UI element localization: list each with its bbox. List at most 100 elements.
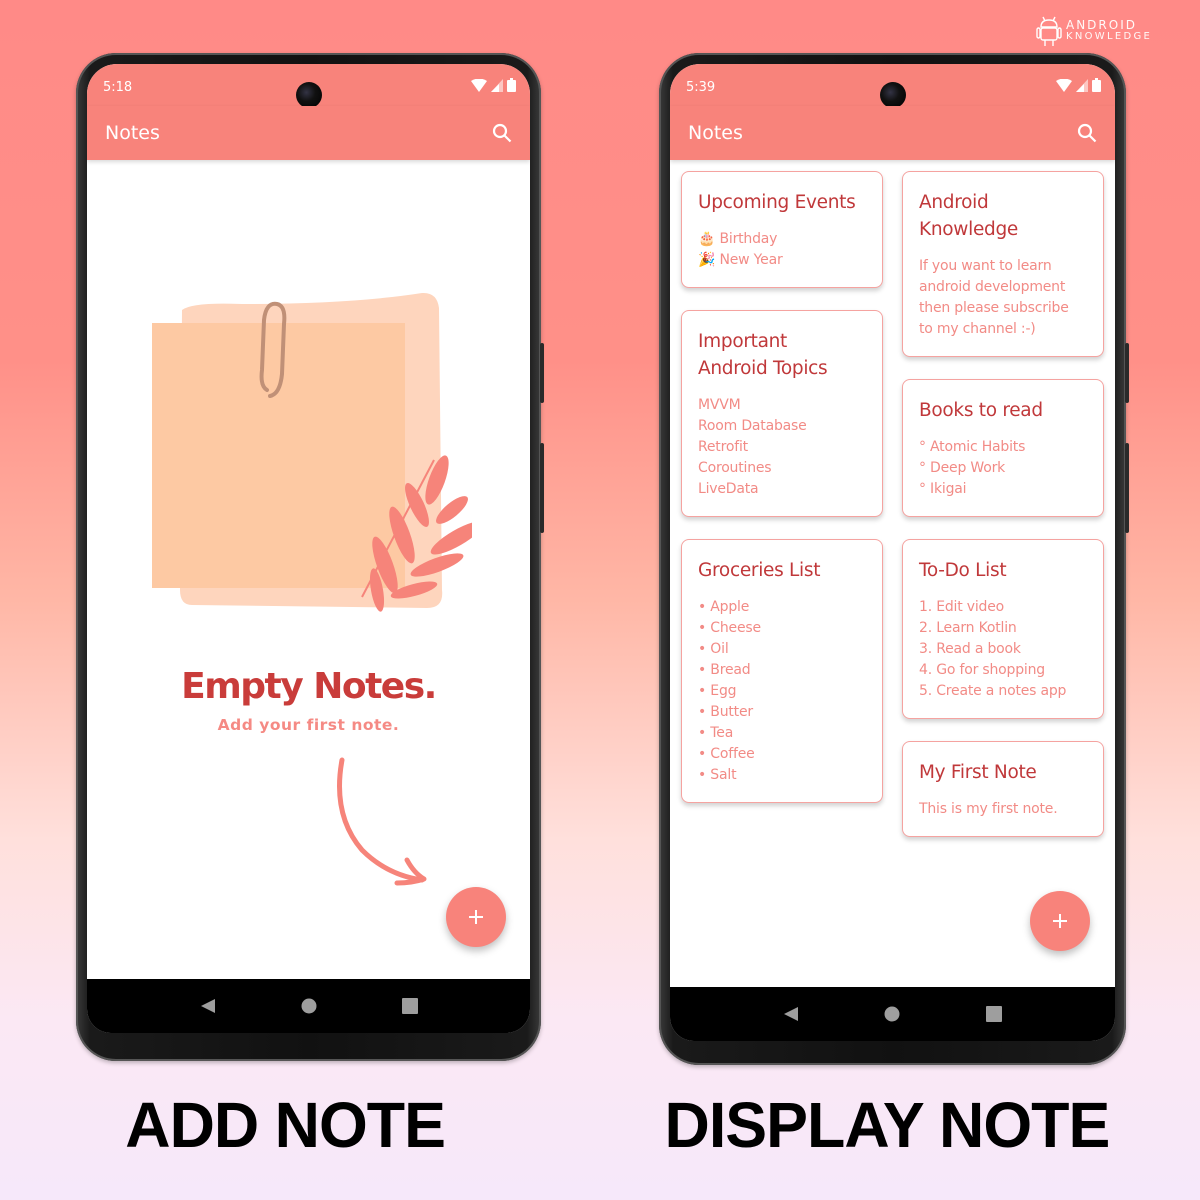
nav-home-button[interactable] — [880, 1002, 904, 1026]
note-line: ° Atomic Habits — [919, 439, 1026, 455]
note-line: Room Database — [698, 418, 807, 434]
note-body: This is my first note. — [919, 799, 1087, 820]
note-title: My First Note — [919, 762, 1037, 783]
note-line: to my channel :-) — [919, 321, 1036, 337]
screen: 5:18 Notes Empty Notes. Add your first n… — [87, 64, 530, 1033]
sticky-note-illustration — [152, 292, 472, 612]
note-line: ° Ikigai — [919, 481, 967, 497]
note-card[interactable]: Upcoming Events 🎂 Birthday 🎉 New Year — [681, 171, 883, 288]
volume-button — [1125, 343, 1129, 403]
add-note-fab[interactable] — [1030, 891, 1090, 951]
note-line: This is my first note. — [919, 801, 1058, 817]
note-card[interactable]: My First Note This is my first note. — [902, 741, 1104, 837]
note-line: • Tea — [698, 725, 734, 741]
app-title: Notes — [688, 122, 743, 144]
note-title: Books to read — [919, 400, 1043, 421]
caption-display-note: DISPLAY NOTE — [664, 1089, 1111, 1161]
note-line: ° Deep Work — [919, 460, 1006, 476]
status-time: 5:18 — [103, 79, 133, 95]
status-time: 5:39 — [686, 79, 716, 95]
note-line: • Oil — [698, 641, 729, 657]
note-line: If you want to learn — [919, 258, 1052, 274]
note-line: • Salt — [698, 767, 737, 783]
front-camera — [295, 82, 322, 108]
nav-recents-button[interactable] — [982, 1002, 1006, 1026]
note-line: 1. Edit video — [919, 599, 1005, 615]
volume-button — [540, 343, 544, 403]
power-button — [1125, 443, 1129, 533]
note-body: ° Atomic Habits ° Deep Work ° Ikigai — [919, 437, 1087, 500]
note-line: Coroutines — [698, 460, 772, 476]
note-body: 🎂 Birthday 🎉 New Year — [698, 229, 866, 271]
battery-icon — [1092, 78, 1101, 92]
wifi-icon — [471, 78, 487, 92]
search-button[interactable] — [1075, 121, 1099, 145]
status-bar: 5:39 — [670, 64, 1115, 108]
note-card[interactable]: Important Android Topics MVVM Room Datab… — [681, 310, 883, 517]
note-line: MVVM — [698, 397, 741, 413]
nav-back-button[interactable] — [196, 994, 220, 1018]
notes-grid: Upcoming Events 🎂 Birthday 🎉 New Year An… — [670, 160, 1115, 987]
note-line: 🎂 Birthday — [698, 231, 778, 247]
note-body: If you want to learn android development… — [919, 256, 1087, 340]
note-line: • Cheese — [698, 620, 761, 636]
add-icon — [469, 910, 483, 924]
status-bar: 5:18 — [87, 64, 530, 108]
note-line: LiveData — [698, 481, 759, 497]
note-line: then please subscribe — [919, 300, 1069, 316]
nav-back-button[interactable] — [779, 1002, 803, 1026]
app-bar: Notes — [670, 106, 1115, 160]
phone-display-note: 5:39 Notes Upcoming Events 🎂 Birthday 🎉 … — [659, 53, 1129, 1065]
recents-icon — [986, 1006, 1003, 1022]
signal-icon — [1076, 78, 1088, 92]
brand-logo: ANDROID KNOWLEDGE — [1036, 14, 1166, 48]
note-body: 1. Edit video 2. Learn Kotlin 3. Read a … — [919, 597, 1087, 702]
add-icon — [1053, 914, 1067, 928]
note-line: Retrofit — [698, 439, 748, 455]
search-icon — [492, 123, 512, 143]
note-card[interactable]: To-Do List 1. Edit video 2. Learn Kotlin… — [902, 539, 1104, 719]
nav-home-button[interactable] — [297, 994, 321, 1018]
signal-icon — [491, 78, 503, 92]
note-line: • Apple — [698, 599, 750, 615]
app-title: Notes — [105, 122, 160, 144]
wifi-icon — [1056, 78, 1072, 92]
front-camera — [879, 82, 906, 108]
recents-icon — [401, 998, 418, 1014]
note-body: • Apple • Cheese • Oil • Bread • Egg • B… — [698, 597, 866, 786]
note-line: 2. Learn Kotlin — [919, 620, 1017, 636]
app-bar: Notes — [87, 106, 530, 160]
note-title: Upcoming Events — [698, 192, 856, 213]
note-line: • Egg — [698, 683, 737, 699]
brand-line1: ANDROID — [1066, 18, 1137, 32]
note-line: android development — [919, 279, 1066, 295]
note-body: MVVM Room Database Retrofit Coroutines L… — [698, 395, 866, 500]
note-line: 4. Go for shopping — [919, 662, 1045, 678]
note-card[interactable]: Groceries List • Apple • Cheese • Oil • … — [681, 539, 883, 803]
note-title: To-Do List — [919, 560, 1007, 581]
android-robot-icon — [1036, 16, 1062, 46]
phone-add-note: 5:18 Notes Empty Notes. Add your first n… — [76, 53, 544, 1061]
note-line: 🎉 New Year — [698, 252, 783, 268]
note-title: Android Knowledge — [919, 192, 1018, 240]
search-icon — [1077, 123, 1097, 143]
note-line: • Coffee — [698, 746, 755, 762]
screen: 5:39 Notes Upcoming Events 🎂 Birthday 🎉 … — [670, 64, 1115, 1041]
note-card[interactable]: Android Knowledge If you want to learn a… — [902, 171, 1104, 357]
system-nav-bar — [670, 987, 1115, 1041]
note-card[interactable]: Books to read ° Atomic Habits ° Deep Wor… — [902, 379, 1104, 517]
note-line: 3. Read a book — [919, 641, 1021, 657]
arrow-icon — [337, 757, 427, 886]
search-button[interactable] — [490, 121, 514, 145]
note-title: Groceries List — [698, 560, 821, 581]
caption-add-note: ADD NOTE — [125, 1089, 446, 1161]
home-icon — [884, 1006, 900, 1022]
home-icon — [301, 998, 316, 1014]
back-icon — [200, 999, 215, 1013]
empty-subtitle: Add your first note. — [217, 716, 400, 734]
brand-line2: KNOWLEDGE — [1066, 31, 1153, 42]
note-line: 5. Create a notes app — [919, 683, 1067, 699]
nav-recents-button[interactable] — [398, 994, 422, 1018]
empty-notes-view: Empty Notes. Add your first note. — [87, 160, 530, 979]
add-note-fab[interactable] — [446, 887, 506, 947]
